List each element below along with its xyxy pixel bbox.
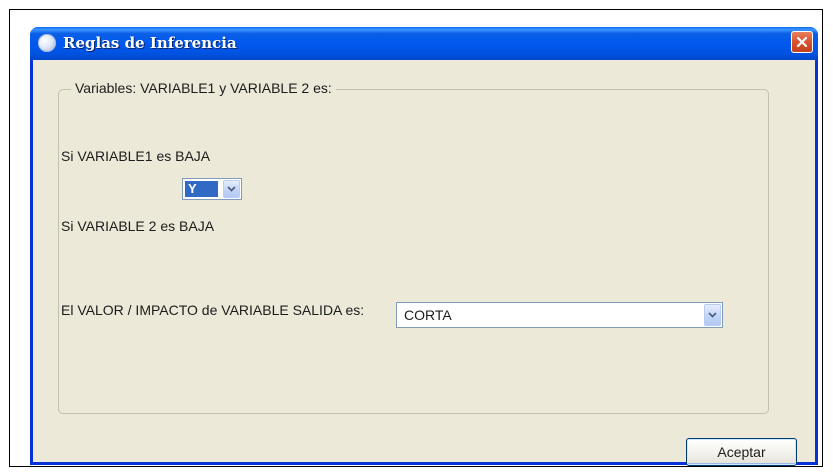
- window-title: Reglas de Inferencia: [63, 34, 237, 52]
- accept-button[interactable]: Aceptar: [686, 438, 797, 466]
- groupbox-legend: Variables: VARIABLE1 y VARIABLE 2 es:: [71, 80, 336, 96]
- operator-select[interactable]: Y: [182, 178, 242, 200]
- close-icon: [796, 36, 808, 48]
- variable1-condition-label: Si VARIABLE1 es BAJA: [61, 148, 211, 164]
- output-label: El VALOR / IMPACTO de VARIABLE SALIDA es…: [61, 302, 365, 318]
- variables-groupbox: Variables: VARIABLE1 y VARIABLE 2 es:: [58, 80, 769, 414]
- chevron-down-icon: [708, 312, 717, 318]
- chevron-down-icon: [227, 186, 236, 192]
- variable2-condition-label: Si VARIABLE 2 es BAJA: [61, 218, 215, 234]
- operator-selected-value: Y: [185, 181, 218, 197]
- output-dropdown-button[interactable]: [704, 304, 721, 326]
- dialog-window: Reglas de Inferencia Variables: VARIABLE…: [30, 27, 818, 466]
- output-selected-value: CORTA: [404, 307, 452, 323]
- operator-dropdown-button[interactable]: [223, 180, 240, 198]
- app-icon: [38, 34, 56, 52]
- title-bar[interactable]: Reglas de Inferencia: [30, 27, 818, 60]
- output-select[interactable]: CORTA: [396, 302, 723, 328]
- close-button[interactable]: [791, 31, 813, 53]
